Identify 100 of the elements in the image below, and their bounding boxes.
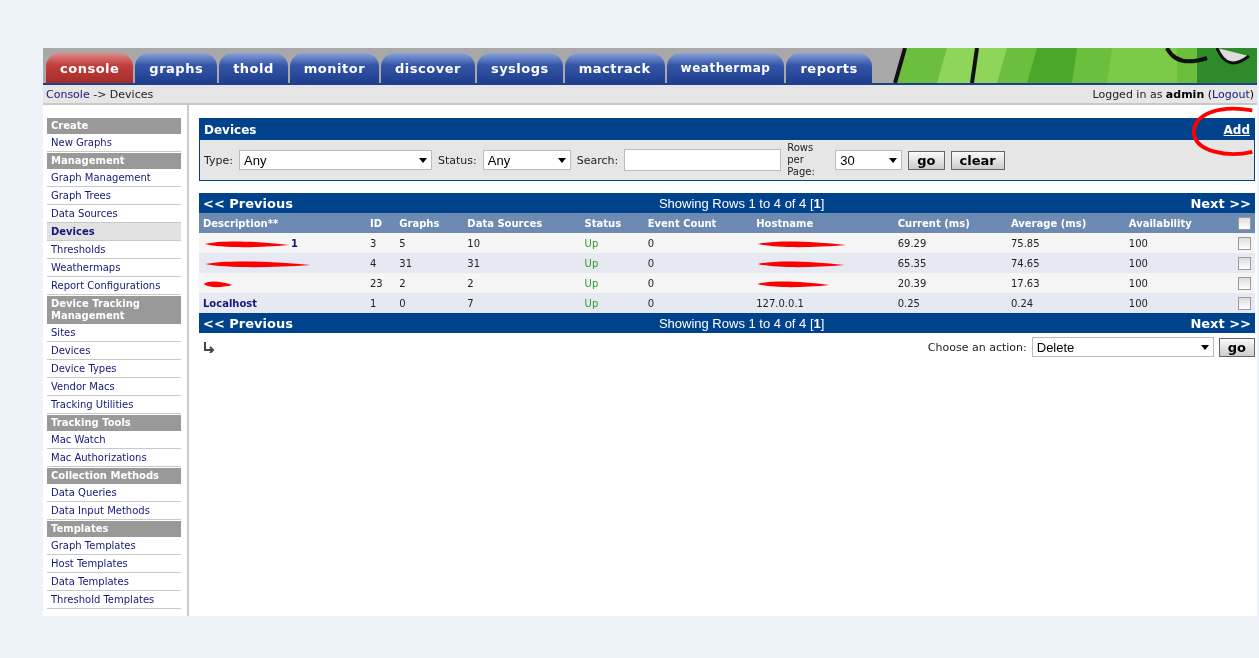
status-label: Status:	[438, 153, 477, 167]
sidebar-item[interactable]: Sites	[47, 324, 181, 342]
table-cell: 0	[643, 273, 753, 293]
device-link[interactable]: Localhost	[203, 297, 258, 309]
logout-link[interactable]: Logout	[1212, 87, 1250, 101]
sidebar-item[interactable]: Device Types	[47, 360, 181, 378]
type-select[interactable]: Any	[239, 150, 432, 170]
previous-link[interactable]: << Previous	[203, 315, 293, 331]
table-cell: 0	[643, 293, 753, 313]
sidebar-item[interactable]: Graph Templates	[47, 537, 181, 555]
action-select[interactable]: Delete	[1031, 337, 1214, 357]
caret-icon	[557, 157, 566, 163]
table-cell: 0	[643, 233, 753, 253]
table-cell: 0	[643, 253, 753, 273]
status-cell: Up	[580, 253, 644, 273]
sidebar-item[interactable]: Vendor Macs	[47, 378, 181, 396]
column-header[interactable]: Data Sources	[463, 213, 581, 233]
sidebar-item[interactable]: Data Templates	[47, 573, 181, 591]
table-cell: 100	[1124, 233, 1226, 253]
table-cell: 127.0.0.1	[756, 297, 804, 309]
action-label: Choose an action:	[927, 340, 1027, 354]
sidebar-item[interactable]: Tracking Utilities	[47, 396, 181, 414]
sidebar-item[interactable]: Graph Trees	[47, 187, 181, 205]
nav-tab[interactable]: discover	[381, 53, 475, 83]
table-cell: 31	[395, 253, 464, 273]
table-cell: 100	[1124, 253, 1226, 273]
sidebar-item[interactable]: Graph Management	[47, 169, 181, 187]
sidebar-item[interactable]: Host Templates	[47, 555, 181, 573]
column-header[interactable]: Average (ms)	[1006, 213, 1125, 233]
column-header[interactable]: Hostname	[752, 213, 894, 233]
device-link[interactable]: 1	[291, 237, 298, 249]
next-link[interactable]: Next >>	[1190, 315, 1251, 331]
column-header[interactable]: Availability	[1124, 213, 1226, 233]
rows-select[interactable]: 30	[835, 150, 903, 170]
nav-tab[interactable]: reports	[786, 53, 872, 83]
search-field[interactable]	[624, 149, 782, 171]
column-header[interactable]: Description**	[199, 213, 366, 233]
nav-tab[interactable]: thold	[219, 53, 288, 83]
column-header[interactable]: Event Count	[643, 213, 753, 233]
nav-tab[interactable]: console	[46, 53, 134, 83]
nav-tab[interactable]: weathermap	[666, 53, 785, 83]
table-cell: 23	[365, 273, 396, 293]
sidebar-header: Collection Methods	[47, 468, 181, 484]
add-link[interactable]: Add	[1223, 122, 1250, 137]
sidebar-item[interactable]: Weathermaps	[47, 259, 181, 277]
table-cell: 69.29	[893, 233, 1007, 253]
sidebar-header: Templates	[47, 521, 181, 537]
sidebar-item[interactable]: Report Configurations	[47, 277, 181, 295]
login-status: Logged in as admin (Logout)	[1092, 87, 1254, 101]
sidebar-item[interactable]: Devices	[47, 342, 181, 360]
caret-icon	[419, 157, 427, 163]
table-cell: 7	[463, 293, 581, 313]
column-header[interactable]: Graphs	[395, 213, 464, 233]
row-checkbox[interactable]	[1238, 236, 1251, 250]
sidebar-item[interactable]: Devices	[47, 223, 181, 241]
nav-tab[interactable]: syslogs	[476, 53, 563, 83]
go-button[interactable]: go	[908, 150, 945, 170]
previous-link[interactable]: << Previous	[203, 195, 293, 211]
table-cell: 2	[463, 273, 581, 293]
column-header[interactable]: Status	[580, 213, 644, 233]
nav-tab[interactable]: mactrack	[564, 53, 665, 83]
column-header[interactable]: Current (ms)	[893, 213, 1007, 233]
table-cell: 17.63	[1006, 273, 1125, 293]
sidebar-item[interactable]: Threshold Templates	[47, 591, 181, 609]
clear-button[interactable]: clear	[950, 150, 1005, 170]
caret-icon	[1200, 344, 1209, 350]
table-cell: 0.25	[893, 293, 1007, 313]
action-go-button[interactable]: go	[1218, 337, 1255, 357]
corner-arrow-icon	[203, 341, 215, 353]
sidebar-item[interactable]: Mac Authorizations	[47, 449, 181, 467]
select-all-checkbox[interactable]	[1238, 216, 1251, 230]
next-link[interactable]: Next >>	[1190, 195, 1251, 211]
status-select[interactable]: Any	[482, 150, 571, 170]
row-checkbox[interactable]	[1238, 256, 1251, 270]
sidebar-item[interactable]: Data Input Methods	[47, 502, 181, 520]
sidebar-item[interactable]: Data Queries	[47, 484, 181, 502]
row-checkbox[interactable]	[1238, 276, 1251, 290]
table-cell: 10	[463, 233, 581, 253]
table-cell: 5	[395, 233, 464, 253]
row-checkbox[interactable]	[1238, 296, 1251, 310]
rows-summary: Showing Rows 1 to 4 of 4 [1]	[658, 195, 825, 211]
type-label: Type:	[204, 153, 233, 167]
table-cell: 100	[1124, 273, 1226, 293]
sidebar-item[interactable]: Mac Watch	[47, 431, 181, 449]
breadcrumb: Console -> Devices	[46, 87, 154, 101]
breadcrumb-link[interactable]: Console	[46, 87, 90, 101]
column-header[interactable]: ID	[365, 213, 396, 233]
nav-tab[interactable]: graphs	[135, 53, 218, 83]
panel-title: Devices	[204, 122, 257, 137]
table-cell: 65.35	[893, 253, 1007, 273]
nav-tab[interactable]: monitor	[289, 53, 380, 83]
sidebar-header: Management	[47, 153, 181, 169]
sidebar-item[interactable]: Thresholds	[47, 241, 181, 259]
status-cell: Up	[580, 233, 644, 253]
sidebar-header: Tracking Tools	[47, 415, 181, 431]
sidebar-item[interactable]: New Graphs	[47, 134, 181, 152]
table-cell: 100	[1124, 293, 1226, 313]
status-cell: Up	[580, 293, 644, 313]
rows-per-page-label: Rows per Page:	[787, 142, 816, 178]
table-cell: 0	[395, 293, 464, 313]
